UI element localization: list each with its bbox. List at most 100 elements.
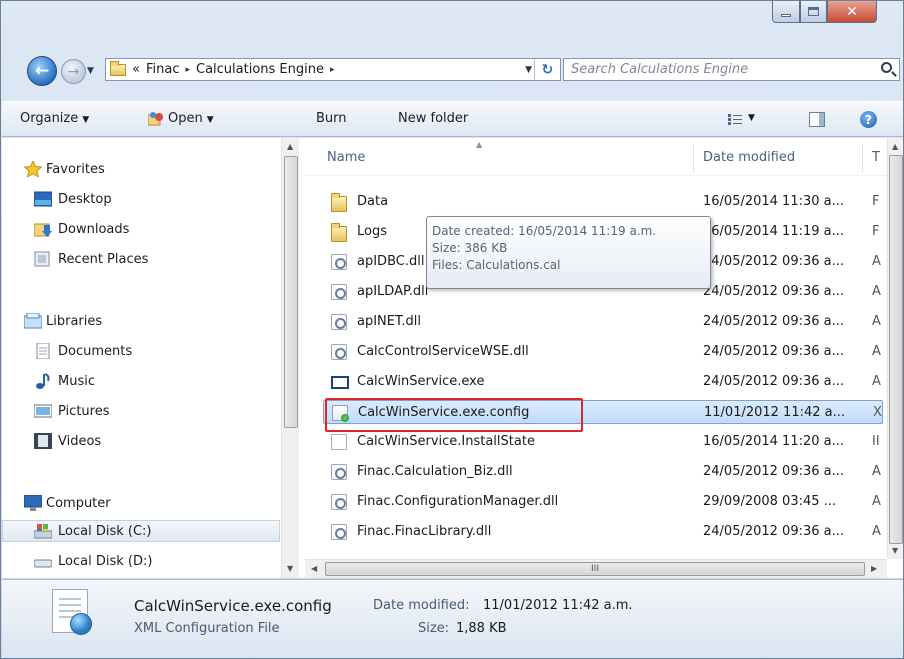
scroll-down-arrow-icon[interactable]: ▼ [892,546,898,555]
column-header-date-modified[interactable]: Date modified [703,150,795,165]
scroll-left-arrow-icon[interactable]: ◀ [311,564,317,573]
file-date: 24/05/2012 09:36 a... [703,374,845,389]
file-type: A [872,374,881,389]
details-size-value: 1,88 KB [456,621,507,636]
nav-downloads[interactable]: Downloads [2,218,280,240]
forward-arrow-icon: → [67,63,80,80]
nav-recent-places[interactable]: Recent Places [2,248,280,270]
breadcrumb-overflow[interactable]: « [132,62,140,77]
file-row-calcwinservice-exe[interactable]: CalcWinService.exe 24/05/2012 09:36 a...… [323,370,883,394]
nav-local-disk-c[interactable]: Local Disk (C:) [2,520,280,542]
breadcrumb-separator[interactable]: ▸ [330,65,335,75]
minimize-button[interactable] [772,1,800,23]
file-list-horizontal-scroll-thumb[interactable]: III [325,562,865,576]
desktop-icon [34,191,52,207]
back-button[interactable]: ← [27,56,57,86]
file-type: A [872,314,881,329]
burn-button[interactable]: Burn [316,111,347,126]
close-button[interactable]: ✕ [827,1,877,23]
search-input[interactable]: Search Calculations Engine [563,58,900,81]
nav-label: Favorites [46,161,105,177]
file-list: ▲ Name Date modified T Data 16/05/2014 1… [305,138,903,578]
scroll-up-arrow-icon[interactable]: ▲ [892,142,898,151]
organize-label: Organize [20,111,79,126]
command-bar: Organize ▼ Open ▼ Burn New folder ▼ ? [2,101,903,137]
column-divider[interactable] [862,144,863,172]
breadcrumb-separator[interactable]: ▸ [185,65,190,75]
chevron-down-icon: ▼ [206,115,214,125]
close-icon: ✕ [846,3,858,20]
nav-music[interactable]: Music [2,370,280,392]
change-view-icon[interactable] [728,114,742,125]
file-type: A [872,344,881,359]
nav-label: Libraries [46,313,103,329]
music-icon [36,373,50,389]
file-row-finac-configurationmanager[interactable]: Finac.ConfigurationManager.dll 29/09/200… [323,490,883,514]
column-header-name[interactable]: Name [327,150,365,165]
nav-computer[interactable]: Computer [2,492,280,514]
column-divider[interactable] [693,144,694,172]
open-button[interactable]: Open ▼ [168,111,214,126]
file-name: apINET.dll [357,314,421,329]
computer-icon [24,495,42,511]
file-row-finac-finaclibrary[interactable]: Finac.FinacLibrary.dll 24/05/2012 09:36 … [323,520,883,544]
help-icon[interactable]: ? [860,111,877,128]
column-header-type[interactable]: T [872,150,880,165]
scroll-up-arrow-icon[interactable]: ▲ [287,142,293,151]
file-date: 29/09/2008 03:45 ... [703,494,837,509]
file-list-horizontal-scrollbar[interactable]: ◀ III ▶ [305,559,887,578]
address-bar[interactable]: « Finac ▸ Calculations Engine ▸ ▼ ↻ [105,58,561,81]
file-name: Finac.ConfigurationManager.dll [357,494,559,509]
documents-icon [36,343,50,359]
breadcrumb-finac[interactable]: Finac [146,62,180,77]
view-options-chevron-icon[interactable]: ▼ [748,113,755,123]
preview-pane-icon[interactable] [809,112,825,127]
file-list-vertical-scroll-thumb[interactable] [889,155,903,544]
drive-icon [34,559,52,568]
tooltip-size: Size: 386 KB [432,241,508,255]
file-list-vertical-scrollbar[interactable]: ▲ ▼ [887,138,903,559]
nav-documents[interactable]: Documents [2,340,280,362]
exe-icon [331,376,349,389]
file-date: 24/05/2012 09:36 a... [703,344,845,359]
file-date: 24/05/2012 09:36 a... [703,524,845,539]
star-icon [24,161,42,177]
nav-local-disk-d[interactable]: Local Disk (D:) [2,550,280,572]
file-type: A [872,494,881,509]
nav-pane-scrollbar[interactable]: ▲ ▼ [281,138,299,578]
nav-pictures[interactable]: Pictures [2,400,280,422]
details-file-type: XML Configuration File [134,621,280,636]
libraries-icon [24,313,42,329]
details-date-modified-label: Date modified: [373,598,470,613]
file-date: 24/05/2012 09:36 a... [703,254,845,269]
organize-button[interactable]: Organize ▼ [20,111,89,126]
refresh-button[interactable]: ↻ [534,59,560,80]
address-dropdown-icon[interactable]: ▼ [525,65,532,75]
file-row-data[interactable]: Data 16/05/2014 11:30 a... F [323,190,883,214]
nav-favorites[interactable]: Favorites [2,158,280,180]
chevron-down-icon: ▼ [82,115,90,125]
scroll-down-arrow-icon[interactable]: ▼ [287,564,293,573]
file-row-calccontrolservicewse[interactable]: CalcControlServiceWSE.dll 24/05/2012 09:… [323,340,883,364]
maximize-button[interactable] [800,1,827,23]
file-row-apinet[interactable]: apINET.dll 24/05/2012 09:36 a... A [323,310,883,334]
file-date: 16/05/2014 11:20 a... [703,434,845,449]
new-folder-button[interactable]: New folder [398,111,468,126]
file-row-finac-calculation-biz[interactable]: Finac.Calculation_Biz.dll 24/05/2012 09:… [323,460,883,484]
breadcrumb-calculations-engine[interactable]: Calculations Engine [196,62,324,77]
file-row-calcwinservice-installstate[interactable]: CalcWinService.InstallState 16/05/2014 1… [323,430,883,454]
nav-libraries[interactable]: Libraries [2,310,280,332]
nav-videos[interactable]: Videos [2,430,280,452]
search-icon[interactable] [881,62,892,73]
maximize-icon [808,7,819,16]
forward-button[interactable]: → [61,59,86,84]
nav-desktop[interactable]: Desktop [2,188,280,210]
scroll-right-arrow-icon[interactable]: ▶ [871,564,877,573]
file-name: CalcWinService.InstallState [357,434,535,449]
recent-locations-dropdown[interactable]: ▼ [87,66,94,76]
nav-label: Music [58,373,95,389]
dll-icon [331,344,347,360]
nav-pane-scroll-thumb[interactable] [284,156,298,428]
nav-label: Pictures [58,403,110,419]
dll-icon [331,314,347,330]
